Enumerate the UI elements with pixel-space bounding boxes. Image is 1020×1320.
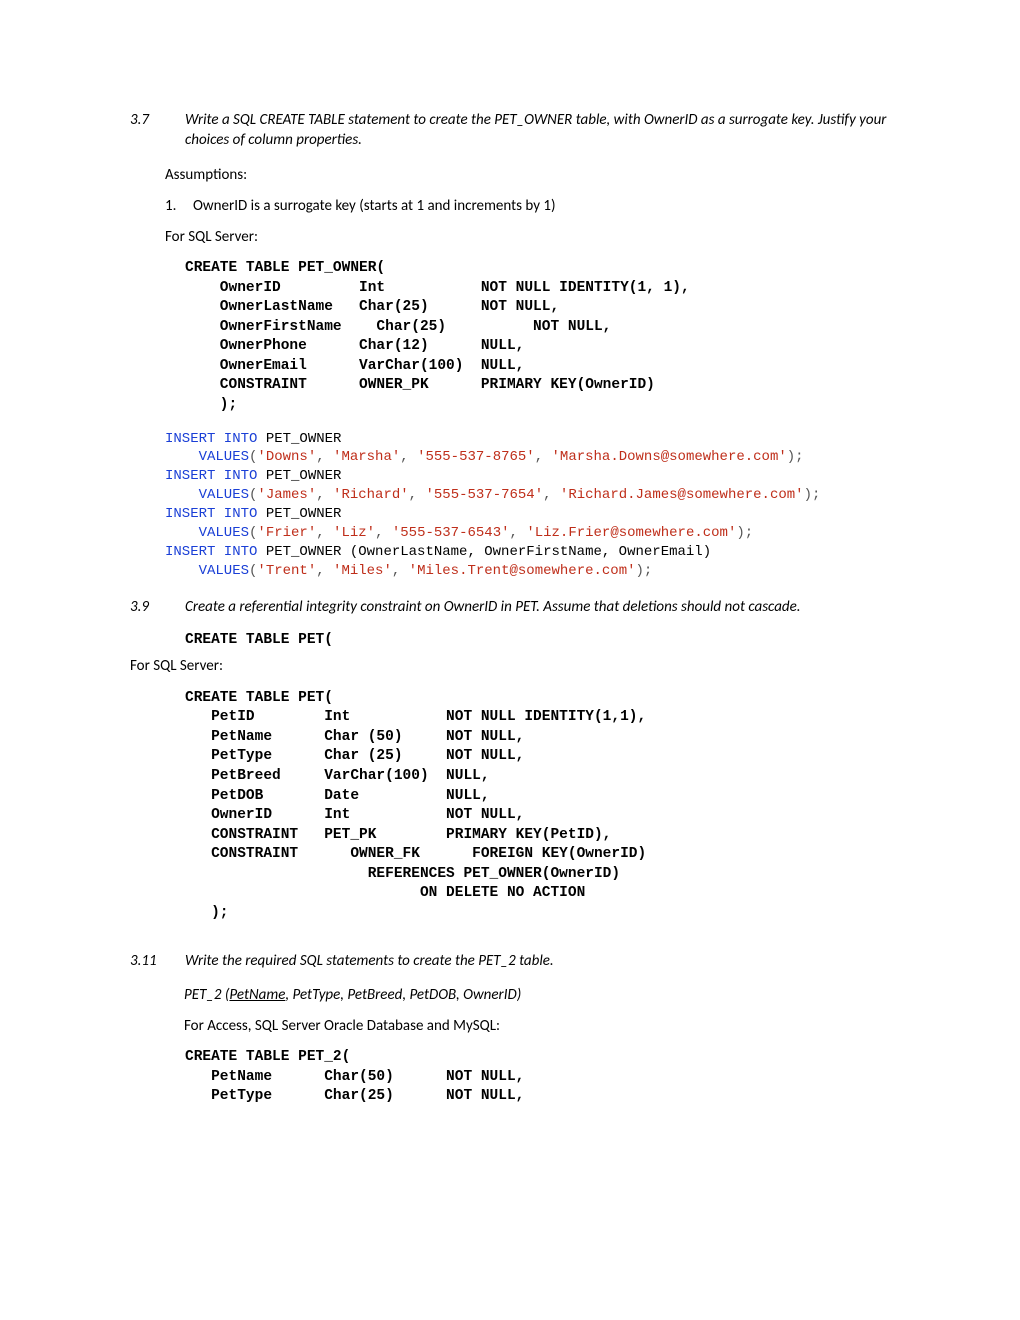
for-sql-server-label: For SQL Server: <box>130 656 890 676</box>
create-table-pet-2-code: CREATE TABLE PET_2( PetName Char(50) NOT… <box>185 1048 890 1107</box>
create-table-pet-owner-code: CREATE TABLE PET_OWNER( OwnerID Int NOT … <box>185 259 890 416</box>
question-header: 3.11 Write the required SQL statements t… <box>130 951 890 971</box>
question-number: 3.9 <box>130 597 185 617</box>
question-3-11: 3.11 Write the required SQL statements t… <box>130 951 890 1106</box>
question-text: Create a referential integrity constrain… <box>185 597 890 617</box>
assumptions-label: Assumptions: <box>165 165 890 185</box>
question-number: 3.11 <box>130 951 185 971</box>
insert-statements-code: INSERT INTO PET_OWNER VALUES('Downs', 'M… <box>165 430 890 581</box>
for-sql-server-label: For SQL Server: <box>165 227 890 247</box>
question-3-9: 3.9 Create a referential integrity const… <box>130 597 890 924</box>
question-header: 3.9 Create a referential integrity const… <box>130 597 890 617</box>
assumption-item: 1. OwnerID is a surrogate key (starts at… <box>165 197 890 215</box>
question-text: Write a SQL CREATE TABLE statement to cr… <box>185 110 890 151</box>
question-text: Write the required SQL statements to cre… <box>185 951 890 971</box>
assumption-text: OwnerID is a surrogate key (starts at 1 … <box>193 197 556 215</box>
question-number: 3.7 <box>130 110 185 151</box>
document-page: 3.7 Write a SQL CREATE TABLE statement t… <box>0 0 1020 1183</box>
for-db-label: For Access, SQL Server Oracle Database a… <box>184 1016 890 1036</box>
schema-definition: PET_2 (PetName, PetType, PetBreed, PetDO… <box>184 986 890 1004</box>
create-table-pet-code: CREATE TABLE PET( PetID Int NOT NULL IDE… <box>185 689 890 924</box>
create-table-pet-fragment: CREATE TABLE PET( <box>185 631 890 651</box>
question-3-7: 3.7 Write a SQL CREATE TABLE statement t… <box>130 110 890 581</box>
list-number: 1. <box>165 197 193 215</box>
question-header: 3.7 Write a SQL CREATE TABLE statement t… <box>130 110 890 151</box>
